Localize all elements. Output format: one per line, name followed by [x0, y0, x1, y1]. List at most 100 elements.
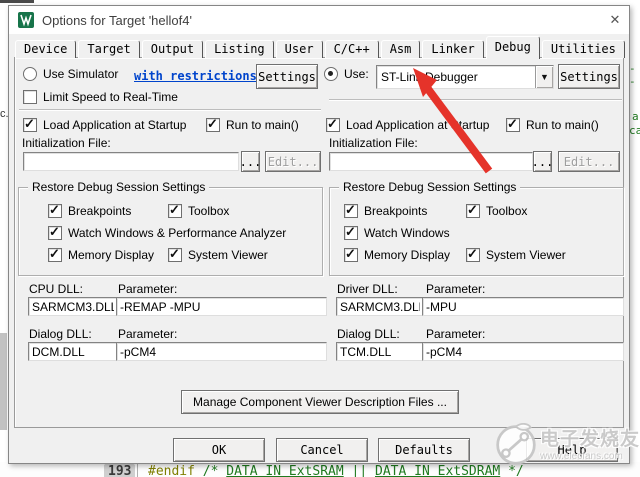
- checkbox-box: [466, 246, 480, 262]
- simulator-settings-button[interactable]: Settings: [256, 64, 318, 89]
- cpu-dll-input[interactable]: [28, 297, 118, 316]
- tab-device[interactable]: Device: [15, 40, 77, 58]
- breakpoints-right-checkbox[interactable]: Breakpoints: [344, 202, 428, 218]
- help-button[interactable]: Help: [526, 438, 618, 462]
- watch-windows-left-label: Watch Windows & Performance Analyzer: [68, 226, 287, 240]
- background-code-fragment: --: [629, 62, 636, 88]
- breakpoints-left-label: Breakpoints: [68, 204, 132, 218]
- checkbox-box: [344, 202, 358, 218]
- tab-user[interactable]: User: [275, 40, 323, 58]
- cancel-button[interactable]: Cancel: [276, 438, 368, 462]
- system-viewer-right-label: System Viewer: [486, 248, 566, 262]
- background-code-editor-line: 193 #endif /* DATA_IN_ExtSRAM || DATA_IN…: [0, 462, 640, 477]
- checkbox-box: [23, 116, 37, 132]
- manage-component-viewer-button[interactable]: Manage Component Viewer Description File…: [181, 390, 459, 414]
- limit-speed-checkbox[interactable]: Limit Speed to Real-Time: [23, 90, 178, 104]
- watch-windows-left-checkbox[interactable]: Watch Windows & Performance Analyzer: [48, 224, 287, 240]
- radio-circle-checked: [324, 67, 338, 81]
- load-app-right-label: Load Application at Startup: [346, 118, 490, 132]
- group-title: Restore Debug Session Settings: [339, 180, 521, 194]
- init-file-right-browse-button[interactable]: ...: [532, 151, 553, 172]
- dialog-parameter-left-label: Parameter:: [118, 327, 178, 341]
- screen: c. -- a ca 193 #endif /* DATA_IN_ExtSRAM…: [0, 0, 640, 477]
- load-app-right-checkbox[interactable]: Load Application at Startup: [326, 116, 490, 132]
- init-file-left-edit-button: Edit...: [265, 151, 321, 172]
- ok-button[interactable]: OK: [173, 438, 265, 462]
- debugger-settings-button[interactable]: Settings: [558, 64, 620, 89]
- checkbox-box: [344, 224, 358, 240]
- init-file-right-edit-button: Edit...: [558, 151, 620, 172]
- tab-listing[interactable]: Listing: [205, 40, 274, 58]
- memory-display-right-checkbox[interactable]: Memory Display: [344, 246, 451, 262]
- group-title: Restore Debug Session Settings: [28, 180, 210, 194]
- use-simulator-radio[interactable]: Use Simulator: [23, 67, 118, 81]
- cpu-dll-label: CPU DLL:: [29, 282, 84, 296]
- defaults-button[interactable]: Defaults: [378, 438, 470, 462]
- debugger-selected-value: ST-Link Debugger: [381, 70, 478, 84]
- run-to-main-right-checkbox[interactable]: Run to main(): [506, 116, 599, 132]
- driver-parameter-label: Parameter:: [426, 282, 486, 296]
- memory-display-left-label: Memory Display: [68, 248, 155, 262]
- watch-windows-right-checkbox[interactable]: Watch Windows: [344, 224, 450, 240]
- breakpoints-left-checkbox[interactable]: Breakpoints: [48, 202, 132, 218]
- load-app-left-label: Load Application at Startup: [43, 118, 187, 132]
- tab-cpp[interactable]: C/C++: [324, 40, 379, 58]
- tab-debug[interactable]: Debug: [485, 36, 540, 59]
- init-file-left-input[interactable]: [23, 152, 239, 171]
- init-file-left-browse-button[interactable]: ...: [240, 151, 261, 172]
- driver-parameter-input[interactable]: [422, 297, 624, 316]
- driver-dll-input[interactable]: [336, 297, 424, 316]
- close-icon[interactable]: ✕: [603, 10, 627, 30]
- checkbox-box: [168, 202, 182, 218]
- chevron-down-icon[interactable]: ▼: [535, 66, 553, 88]
- memory-display-right-label: Memory Display: [364, 248, 451, 262]
- breakpoints-right-label: Breakpoints: [364, 204, 428, 218]
- dialog-parameter-right-input[interactable]: [422, 342, 624, 361]
- code-directive: #endif: [148, 464, 195, 477]
- limit-speed-label: Limit Speed to Real-Time: [43, 90, 178, 104]
- system-viewer-left-checkbox[interactable]: System Viewer: [168, 246, 268, 262]
- dialog-titlebar[interactable]: Options for Target 'hellof4' ✕: [9, 6, 629, 34]
- dialog-dll-left-label: Dialog DLL:: [29, 327, 92, 341]
- dialog-dll-right-label: Dialog DLL:: [337, 327, 400, 341]
- init-file-right-input[interactable]: [329, 152, 533, 171]
- load-app-left-checkbox[interactable]: Load Application at Startup: [23, 116, 187, 132]
- tab-linker[interactable]: Linker: [422, 40, 484, 58]
- run-to-main-left-checkbox[interactable]: Run to main(): [206, 116, 299, 132]
- code-operator: ||: [351, 464, 368, 477]
- tab-target[interactable]: Target: [78, 40, 140, 58]
- with-restrictions-link[interactable]: with restrictions: [134, 69, 257, 83]
- dialog-parameter-left-input[interactable]: [116, 342, 327, 361]
- checkbox-box: [506, 116, 520, 132]
- radio-circle: [23, 67, 37, 81]
- init-file-left-label: Initialization File:: [22, 136, 111, 150]
- toolbox-left-checkbox[interactable]: Toolbox: [168, 202, 230, 218]
- background-code-fragment: ca: [629, 124, 640, 137]
- tab-utilities[interactable]: Utilities: [541, 40, 625, 58]
- background-code-fragment: a: [632, 110, 639, 123]
- toolbox-right-label: Toolbox: [486, 204, 528, 218]
- memory-display-left-checkbox[interactable]: Memory Display: [48, 246, 155, 262]
- use-label: Use:: [344, 67, 369, 81]
- watch-windows-right-label: Watch Windows: [364, 226, 450, 240]
- system-viewer-left-label: System Viewer: [188, 248, 268, 262]
- tab-asm[interactable]: Asm: [380, 40, 421, 58]
- use-simulator-label: Use Simulator: [43, 67, 119, 81]
- cpu-parameter-label: Parameter:: [118, 282, 178, 296]
- cpu-parameter-input[interactable]: [116, 297, 327, 316]
- debugger-select[interactable]: ST-Link Debugger ▼: [376, 65, 554, 89]
- dialog-parameter-right-label: Parameter:: [426, 327, 486, 341]
- code-macro: DATA_IN_ExtSDRAM: [375, 464, 501, 477]
- checkbox-box: [206, 116, 220, 132]
- tab-output[interactable]: Output: [141, 40, 204, 58]
- use-debugger-radio[interactable]: Use:: [324, 67, 369, 81]
- checkbox-box: [344, 246, 358, 262]
- toolbox-right-checkbox[interactable]: Toolbox: [466, 202, 528, 218]
- toolbox-left-label: Toolbox: [188, 204, 230, 218]
- separator: [19, 109, 321, 110]
- system-viewer-right-checkbox[interactable]: System Viewer: [466, 246, 566, 262]
- dialog-dll-right-input[interactable]: [336, 342, 424, 361]
- dialog-dll-left-input[interactable]: [28, 342, 118, 361]
- checkbox-box: [48, 246, 62, 262]
- background-scrollbar-fragment: [0, 333, 7, 430]
